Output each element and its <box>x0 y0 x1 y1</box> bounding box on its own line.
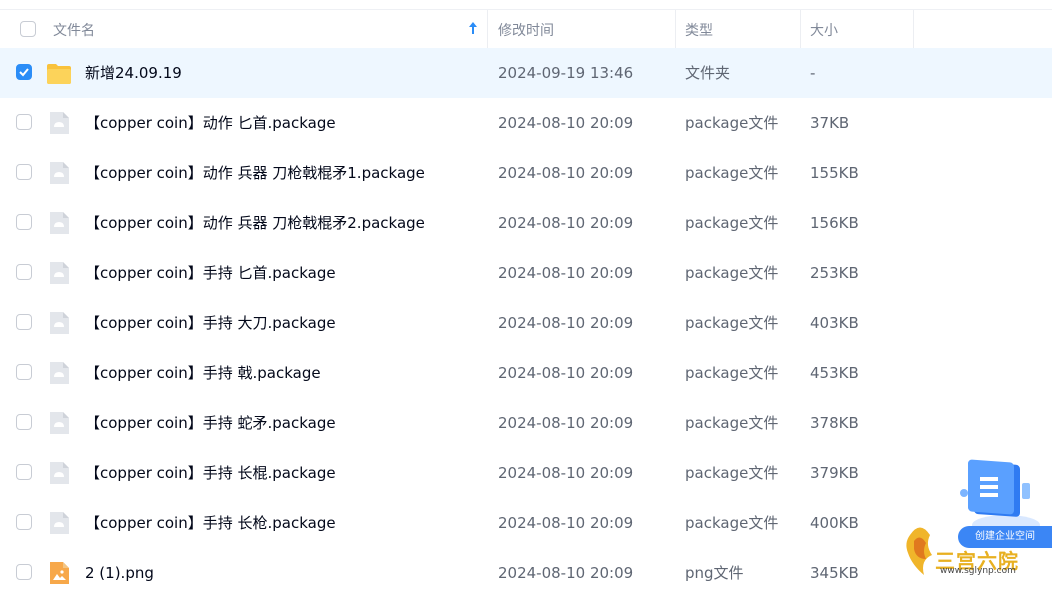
package-file-icon <box>46 211 72 235</box>
file-row[interactable]: 新增24.09.19 2024-09-19 13:46 文件夹 - <box>0 48 1052 98</box>
row-checkbox[interactable] <box>16 64 32 80</box>
file-modified-time: 2024-08-10 20:09 <box>498 164 634 182</box>
file-name[interactable]: 【copper coin】手持 匕首.package <box>85 264 336 282</box>
file-size: 453KB <box>810 364 859 382</box>
row-checkbox[interactable] <box>16 314 32 330</box>
file-row[interactable]: 【copper coin】手持 蛇矛.package 2024-08-10 20:… <box>0 398 1052 448</box>
file-modified-time: 2024-08-10 20:09 <box>498 514 634 532</box>
package-file-icon <box>46 361 72 385</box>
file-modified-time: 2024-09-19 13:46 <box>498 64 634 82</box>
file-type: 文件夹 <box>685 64 731 82</box>
file-modified-time: 2024-08-10 20:09 <box>498 314 634 332</box>
row-checkbox[interactable] <box>16 214 32 230</box>
row-checkbox[interactable] <box>16 164 32 180</box>
file-size: 378KB <box>810 414 859 432</box>
column-header-size[interactable]: 大小 <box>810 20 838 40</box>
file-type: package文件 <box>685 414 779 432</box>
package-file-icon <box>46 511 72 535</box>
row-checkbox[interactable] <box>16 464 32 480</box>
file-modified-time: 2024-08-10 20:09 <box>498 564 634 582</box>
file-name[interactable]: 【copper coin】手持 大刀.package <box>85 314 336 332</box>
column-header-time[interactable]: 修改时间 <box>498 20 554 40</box>
file-size: 155KB <box>810 164 859 182</box>
column-divider[interactable] <box>675 10 676 48</box>
file-name[interactable]: 2 (1).png <box>85 564 154 582</box>
file-type: package文件 <box>685 164 779 182</box>
file-name[interactable]: 【copper coin】动作 匕首.package <box>85 114 336 132</box>
file-size: 345KB <box>810 564 859 582</box>
file-row[interactable]: 【copper coin】动作 匕首.package 2024-08-10 20:… <box>0 98 1052 148</box>
file-name[interactable]: 新增24.09.19 <box>85 64 182 82</box>
file-name[interactable]: 【copper coin】手持 戟.package <box>85 364 321 382</box>
row-checkbox[interactable] <box>16 114 32 130</box>
package-file-icon <box>46 411 72 435</box>
file-type: package文件 <box>685 314 779 332</box>
file-name[interactable]: 【copper coin】动作 兵器 刀枪戟棍矛1.package <box>85 164 425 182</box>
file-row[interactable]: 【copper coin】手持 长枪.package 2024-08-10 20:… <box>0 498 1052 548</box>
file-size: 156KB <box>810 214 859 232</box>
file-modified-time: 2024-08-10 20:09 <box>498 214 634 232</box>
file-size: 403KB <box>810 314 859 332</box>
row-checkbox[interactable] <box>16 564 32 580</box>
file-row[interactable]: 【copper coin】动作 兵器 刀枪戟棍矛2.package 2024-08… <box>0 198 1052 248</box>
file-type: package文件 <box>685 114 779 132</box>
column-divider[interactable] <box>487 10 488 48</box>
file-row[interactable]: 2 (1).png 2024-08-10 20:09 png文件 345KB <box>0 548 1052 598</box>
file-modified-time: 2024-08-10 20:09 <box>498 364 634 382</box>
row-checkbox[interactable] <box>16 364 32 380</box>
package-file-icon <box>46 311 72 335</box>
image-file-icon <box>46 561 72 585</box>
file-name[interactable]: 【copper coin】手持 长枪.package <box>85 514 336 532</box>
column-header-name[interactable]: 文件名 <box>53 20 95 40</box>
row-checkbox[interactable] <box>16 414 32 430</box>
file-row[interactable]: 【copper coin】动作 兵器 刀枪戟棍矛1.package 2024-08… <box>0 148 1052 198</box>
file-size: 379KB <box>810 464 859 482</box>
select-all-checkbox[interactable] <box>20 21 36 37</box>
package-file-icon <box>46 261 72 285</box>
file-modified-time: 2024-08-10 20:09 <box>498 464 634 482</box>
package-file-icon <box>46 111 72 135</box>
file-modified-time: 2024-08-10 20:09 <box>498 264 634 282</box>
file-name[interactable]: 【copper coin】动作 兵器 刀枪戟棍矛2.package <box>85 214 425 232</box>
watermark-url: www.sglynp.com <box>940 566 1016 576</box>
file-size: 37KB <box>810 114 850 132</box>
column-divider[interactable] <box>913 10 914 48</box>
column-divider[interactable] <box>800 10 801 48</box>
file-size: - <box>810 64 816 82</box>
file-name[interactable]: 【copper coin】手持 蛇矛.package <box>85 414 336 432</box>
file-type: package文件 <box>685 464 779 482</box>
file-type: package文件 <box>685 214 779 232</box>
file-name[interactable]: 【copper coin】手持 长棍.package <box>85 464 336 482</box>
file-size: 400KB <box>810 514 859 532</box>
package-file-icon <box>46 161 72 185</box>
file-type: package文件 <box>685 264 779 282</box>
file-type: png文件 <box>685 564 744 582</box>
folder-icon <box>46 61 72 85</box>
file-row[interactable]: 【copper coin】手持 戟.package 2024-08-10 20:0… <box>0 348 1052 398</box>
file-row[interactable]: 【copper coin】手持 长棍.package 2024-08-10 20:… <box>0 448 1052 498</box>
file-modified-time: 2024-08-10 20:09 <box>498 114 634 132</box>
file-list-header: 文件名 修改时间 类型 大小 <box>0 10 1052 49</box>
row-checkbox[interactable] <box>16 514 32 530</box>
row-checkbox[interactable] <box>16 264 32 280</box>
file-row[interactable]: 【copper coin】手持 匕首.package 2024-08-10 20:… <box>0 248 1052 298</box>
file-type: package文件 <box>685 364 779 382</box>
file-type: package文件 <box>685 514 779 532</box>
sort-ascending-icon[interactable] <box>468 21 478 35</box>
top-border <box>0 0 1052 10</box>
package-file-icon <box>46 461 72 485</box>
file-row[interactable]: 【copper coin】手持 大刀.package 2024-08-10 20:… <box>0 298 1052 348</box>
column-header-type[interactable]: 类型 <box>685 20 713 40</box>
file-modified-time: 2024-08-10 20:09 <box>498 414 634 432</box>
file-size: 253KB <box>810 264 859 282</box>
